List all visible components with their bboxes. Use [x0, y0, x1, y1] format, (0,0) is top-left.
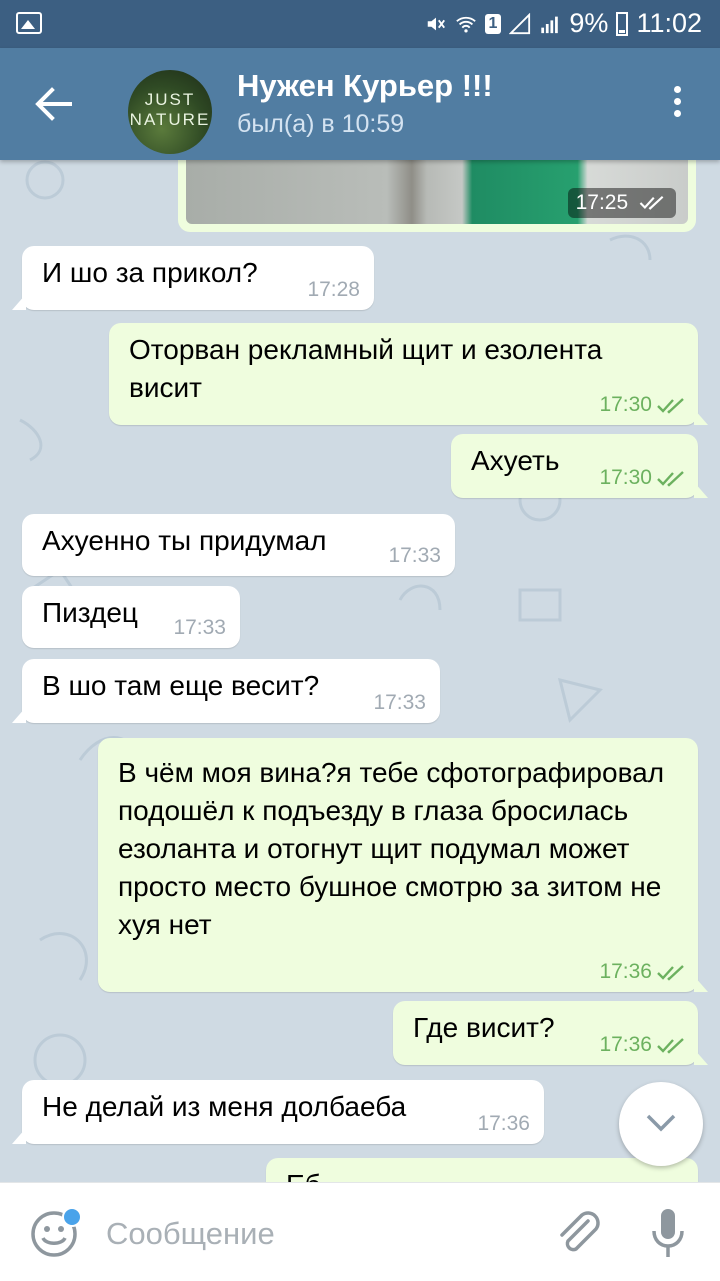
photo-time-badge: 17:25: [567, 188, 676, 218]
more-vertical-icon[interactable]: [674, 86, 682, 120]
message-text: В чём моя вина?я тебе сфотографировал по…: [118, 757, 665, 940]
message-time: 17:36: [599, 1033, 652, 1056]
message-bubble-outgoing[interactable]: Оторван рекламный щит и езолента висит 1…: [109, 323, 708, 425]
chevron-down-icon: [646, 1114, 676, 1132]
message-composer: [0, 1182, 720, 1281]
last-seen-status: был(а) в 10:59: [237, 110, 405, 138]
message-text: И шо за прикол?: [42, 257, 258, 288]
message-text: Ахуеть: [471, 445, 560, 476]
message-time: 17:30: [599, 466, 652, 489]
message-bubble-outgoing[interactable]: Где висит? 17:36: [393, 1001, 708, 1065]
message-bubble-incoming[interactable]: И шо за прикол? 17:28: [12, 246, 374, 310]
message-time: 17:33: [373, 691, 426, 714]
chat-header: JUST NATURE Нужен Курьер !!! был(а) в 10…: [0, 48, 720, 160]
paperclip-icon[interactable]: [552, 1207, 602, 1259]
message-text: Ахуенно ты придумал: [42, 525, 327, 556]
gallery-notification-icon: [16, 12, 42, 34]
message-text: Где висит?: [413, 1012, 555, 1043]
message-bubble-outgoing[interactable]: Ахуеть 17:30: [451, 434, 708, 498]
signal-icon: [509, 12, 531, 34]
message-bubble-incoming[interactable]: В шо там еще весит? 17:33: [12, 659, 440, 723]
message-time: 17:25: [575, 191, 629, 214]
unread-indicator-dot: [62, 1207, 82, 1227]
signal-icon-2: [541, 16, 559, 33]
clock: 11:02: [636, 8, 702, 38]
avatar[interactable]: JUST NATURE: [128, 70, 212, 154]
battery-percent: 9%: [569, 8, 609, 38]
double-check-icon: [657, 965, 684, 981]
wifi-icon: [455, 16, 476, 33]
microphone-icon[interactable]: [648, 1207, 688, 1261]
status-icons: 1 9% 11:02: [425, 8, 702, 39]
photo-thumbnail[interactable]: 17:25: [186, 160, 688, 224]
message-time: 17:28: [307, 278, 360, 301]
message-time: 17:33: [173, 616, 226, 639]
double-check-icon: [639, 196, 664, 211]
arrow-left-icon[interactable]: [30, 82, 78, 126]
double-check-icon: [657, 471, 684, 487]
message-bubble-incoming[interactable]: Не делай из меня долбаеба 17:36: [12, 1080, 544, 1144]
chat-title[interactable]: Нужен Курьер !!!: [237, 68, 493, 104]
message-text: В шо там еще весит?: [42, 670, 320, 701]
message-bubble-outgoing[interactable]: Еб: [266, 1158, 698, 1182]
message-bubble-outgoing[interactable]: В чём моя вина?я тебе сфотографировал по…: [98, 738, 708, 992]
mute-icon: [427, 17, 445, 30]
photo-message[interactable]: 17:25: [178, 160, 696, 232]
double-check-icon: [657, 398, 684, 414]
message-time: 17:30: [599, 393, 652, 416]
status-bar: 1 9% 11:02: [0, 0, 720, 48]
message-text: Не делай из меня долбаеба: [42, 1091, 407, 1122]
message-list[interactable]: 17:25 И шо за прикол? 17:28 Оторван рекл…: [0, 160, 720, 1182]
message-bubble-incoming[interactable]: Ахуенно ты придумал 17:33: [22, 514, 455, 576]
avatar-text-line1: JUST: [144, 90, 196, 109]
message-text: Оторван рекламный щит и езолента висит: [129, 334, 603, 403]
battery-icon: [616, 11, 629, 36]
sim-badge: 1: [484, 13, 502, 34]
message-text: Пиздец: [42, 597, 138, 628]
message-text: Еб: [286, 1169, 321, 1182]
message-time: 17:36: [477, 1112, 530, 1135]
scroll-to-bottom-button[interactable]: [619, 1082, 703, 1166]
avatar-text-line2: NATURE: [129, 110, 211, 129]
message-time: 17:36: [599, 960, 652, 983]
message-bubble-incoming[interactable]: Пиздец 17:33: [22, 586, 240, 648]
message-input[interactable]: [104, 1209, 528, 1259]
double-check-icon: [657, 1038, 684, 1054]
message-time: 17:33: [388, 544, 441, 567]
